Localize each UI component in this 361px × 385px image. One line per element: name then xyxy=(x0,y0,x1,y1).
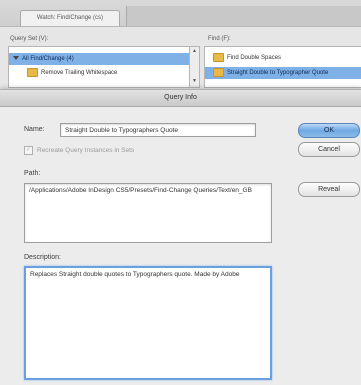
folder-icon xyxy=(213,67,224,77)
background-window: Watch: Find/Change (cs) Query Set (V): A… xyxy=(0,0,361,95)
name-label: Name: xyxy=(24,126,45,133)
name-field[interactable]: Straight Double to Typographers Quote xyxy=(60,123,256,137)
query-info-dialog: Query Info Name: Straight Double to Typo… xyxy=(0,89,361,385)
folder-icon xyxy=(213,52,224,62)
list-item[interactable]: Find Double Spaces xyxy=(205,52,361,64)
checkbox-label: Recreate Query Instances in Sets xyxy=(37,147,135,155)
description-field[interactable]: Replaces Straight double quotes to Typog… xyxy=(24,266,272,380)
list-item[interactable]: All Find/Change (4) xyxy=(9,53,199,65)
path-label: Path: xyxy=(24,170,41,177)
tab-strip: Watch: Find/Change (cs) xyxy=(0,0,361,27)
tab-strip-empty xyxy=(126,6,361,26)
dialog-title: Query Info xyxy=(0,90,361,107)
list-item[interactable]: Remove Trailing Whitespace xyxy=(9,67,199,79)
find-list[interactable]: Find Double Spaces Straight Double to Ty… xyxy=(204,46,361,88)
ok-button[interactable]: OK xyxy=(298,123,360,138)
query-set-label: Query Set (V): xyxy=(10,36,49,42)
query-set-list[interactable]: All Find/Change (4) Remove Trailing Whit… xyxy=(8,46,200,88)
description-label: Description: xyxy=(24,254,61,261)
cancel-button[interactable]: Cancel xyxy=(298,142,360,157)
checkbox-icon[interactable]: ✓ xyxy=(24,146,33,155)
find-list-label: Find (F): xyxy=(208,36,231,42)
recreate-query-option[interactable]: ✓ Recreate Query Instances in Sets xyxy=(24,146,134,156)
list-item[interactable]: Straight Double to Typographer Quote xyxy=(205,67,361,79)
scroll-down-icon[interactable]: ▼ xyxy=(190,77,199,85)
list-scrollbar[interactable]: ▲ ▼ xyxy=(189,47,199,87)
folder-icon xyxy=(27,67,38,77)
disclosure-triangle-icon[interactable] xyxy=(13,56,19,61)
path-field[interactable]: /Applications/Adobe InDesign CS5/Presets… xyxy=(24,183,272,243)
scroll-up-icon[interactable]: ▲ xyxy=(190,47,199,55)
reveal-button[interactable]: Reveal xyxy=(298,182,360,197)
window-tab[interactable]: Watch: Find/Change (cs) xyxy=(20,10,120,26)
